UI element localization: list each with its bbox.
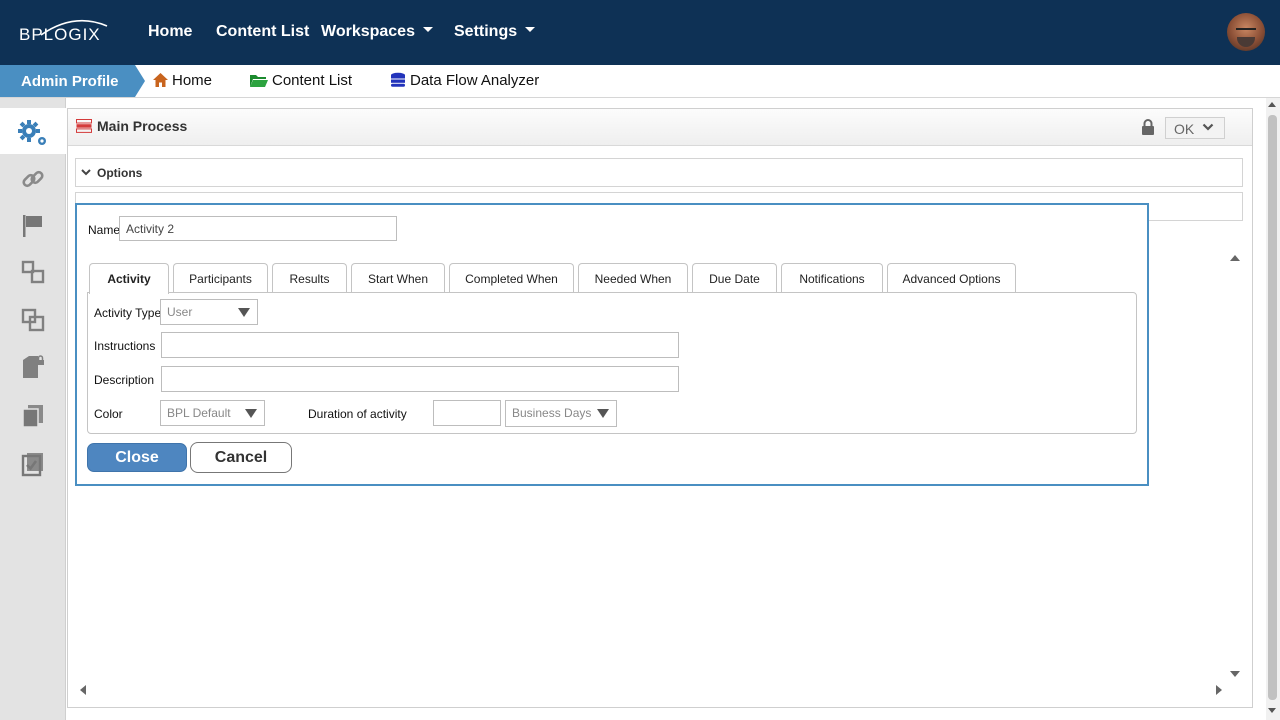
name-input[interactable]	[119, 216, 397, 241]
tab-activity[interactable]: Activity	[89, 263, 169, 294]
scroll-down-arrow-icon[interactable]	[1230, 671, 1240, 677]
tab-notifications[interactable]: Notifications	[781, 263, 883, 293]
breadcrumb-home[interactable]: Home	[152, 72, 212, 89]
instructions-input[interactable]	[161, 332, 679, 358]
scroll-up-arrow-icon[interactable]	[1230, 255, 1240, 261]
duration-unit-value: Business Days	[512, 406, 592, 420]
nav-content-list[interactable]: Content List	[216, 23, 309, 41]
nav-settings-label: Settings	[454, 23, 518, 40]
dropdown-arrow-icon	[245, 409, 257, 418]
breadcrumb-content-list-label: Content List	[272, 72, 353, 89]
tab-results[interactable]: Results	[272, 263, 347, 293]
top-navigation-bar: BPLOGIX Home Content List Workspaces Set…	[0, 0, 1280, 65]
ok-dropdown-button[interactable]: OK	[1165, 117, 1225, 139]
color-select[interactable]: BPL Default	[160, 400, 265, 426]
activity-type-value: User	[167, 305, 193, 319]
dropdown-arrow-icon	[238, 308, 250, 317]
tab-due-date[interactable]: Due Date	[692, 263, 777, 293]
process-icon	[76, 119, 92, 133]
breadcrumb-home-label: Home	[172, 72, 213, 89]
overlapping-squares-icon[interactable]	[20, 307, 46, 333]
tab-needed-when[interactable]: Needed When	[578, 263, 688, 293]
nav-workspaces[interactable]: Workspaces	[321, 23, 433, 41]
name-label: Name	[88, 223, 121, 237]
dropdown-arrow-icon	[597, 409, 609, 418]
avatar-beard	[1237, 37, 1255, 47]
breadcrumb-admin-profile[interactable]: Admin Profile	[0, 65, 145, 97]
sidebar	[0, 98, 66, 720]
page-scrollbar-thumb[interactable]	[1268, 115, 1277, 700]
color-label: Color	[94, 407, 123, 421]
breadcrumb-data-flow-analyzer-label: Data Flow Analyzer	[410, 72, 540, 89]
flag-icon[interactable]	[20, 213, 46, 239]
chevron-down-icon	[422, 27, 433, 33]
chevron-down-icon	[81, 169, 91, 176]
activity-type-label: Activity Type	[94, 306, 162, 320]
checklist-icon[interactable]	[20, 451, 46, 477]
chevron-down-icon	[1202, 123, 1214, 131]
database-icon	[391, 72, 405, 87]
description-label: Description	[94, 373, 155, 387]
duration-label: Duration of activity	[308, 407, 407, 421]
page-scroll-down-icon[interactable]	[1268, 708, 1276, 713]
duration-unit-select[interactable]: Business Days	[505, 400, 617, 427]
copy-icon[interactable]	[20, 403, 46, 429]
linked-squares-icon[interactable]	[20, 259, 46, 285]
close-button[interactable]: Close	[87, 443, 187, 472]
options-section-label: Options	[97, 166, 143, 180]
gears-icon	[18, 120, 46, 145]
description-input[interactable]	[161, 366, 679, 392]
logo-text: BPLOGIX	[19, 25, 101, 44]
tab-advanced-options[interactable]: Advanced Options	[887, 263, 1016, 293]
duration-input[interactable]	[433, 400, 501, 426]
sidebar-item-process-settings[interactable]	[0, 108, 66, 154]
options-section[interactable]	[75, 158, 1243, 187]
tab-start-when[interactable]: Start When	[351, 263, 445, 293]
instructions-label: Instructions	[94, 339, 156, 353]
scroll-right-arrow-icon[interactable]	[1216, 685, 1222, 695]
link-icon[interactable]	[20, 166, 46, 192]
ok-label: OK	[1174, 121, 1195, 137]
locked-document-icon[interactable]	[20, 354, 46, 380]
page-scroll-up-icon[interactable]	[1268, 102, 1276, 107]
folder-icon	[250, 75, 268, 87]
process-panel-header	[68, 109, 1252, 146]
tab-completed-when[interactable]: Completed When	[449, 263, 574, 293]
breadcrumb-data-flow-analyzer[interactable]: Data Flow Analyzer	[389, 72, 539, 89]
scroll-left-arrow-icon[interactable]	[80, 685, 86, 695]
breadcrumb-admin-profile-label: Admin Profile	[21, 73, 119, 90]
chevron-down-icon	[525, 27, 536, 33]
nav-settings[interactable]: Settings	[454, 23, 536, 41]
avatar[interactable]	[1227, 13, 1265, 51]
home-icon	[153, 73, 168, 87]
cancel-button[interactable]: Cancel	[190, 442, 292, 473]
nav-home[interactable]: Home	[148, 23, 192, 41]
avatar-glasses	[1236, 28, 1256, 33]
process-title: Main Process	[97, 118, 188, 134]
color-value: BPL Default	[167, 406, 231, 420]
nav-workspaces-label: Workspaces	[321, 23, 415, 40]
activity-type-select[interactable]: User	[160, 299, 258, 325]
lock-icon[interactable]	[1141, 119, 1155, 135]
tab-participants[interactable]: Participants	[173, 263, 268, 293]
breadcrumb-content-list[interactable]: Content List	[249, 72, 352, 89]
